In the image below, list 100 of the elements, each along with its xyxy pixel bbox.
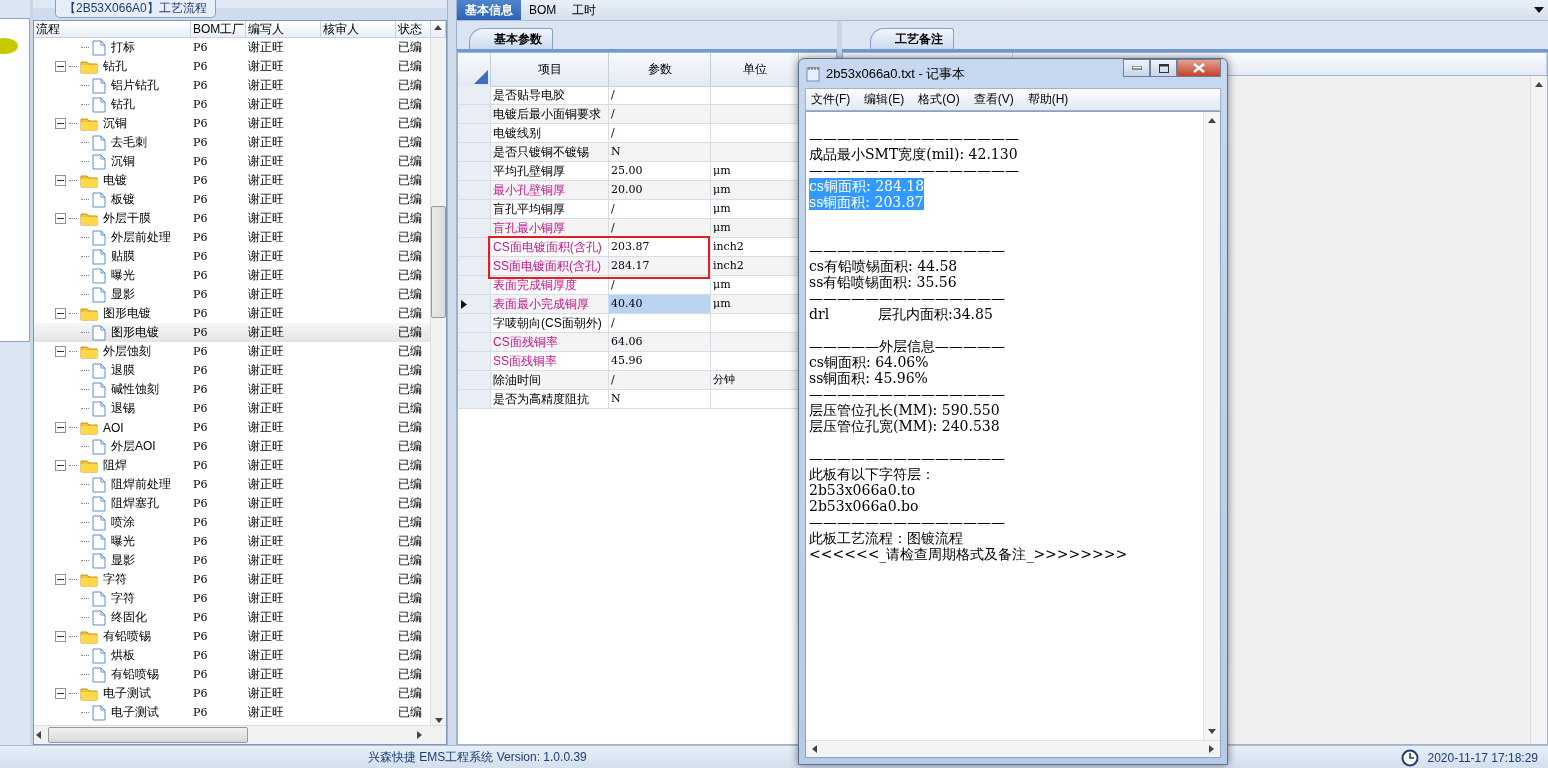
collapse-icon[interactable] [55, 118, 66, 129]
tree-row[interactable]: 电子测试 P6 谢正旺 已编 [34, 684, 430, 703]
tree-row[interactable]: 阻焊前处理 P6 谢正旺 已编 [34, 475, 430, 494]
table-cell-text: P6 [192, 440, 209, 453]
scroll-down-arrow-icon[interactable] [1207, 726, 1217, 736]
tree-row[interactable]: 显影 P6 谢正旺 已编 [34, 285, 430, 304]
column-header[interactable]: 编写人 [246, 21, 321, 38]
document-icon [92, 476, 106, 493]
tree-row[interactable]: 阻焊塞孔 P6 谢正旺 已编 [34, 494, 430, 513]
tree-row[interactable]: 图形电镀 P6 谢正旺 已编 [34, 304, 430, 323]
scroll-right-arrow-icon[interactable] [414, 730, 424, 740]
text-line: —————————————— [809, 514, 1005, 530]
dropdown-caret-icon[interactable] [1534, 6, 1544, 14]
menu-item[interactable]: 编辑(E) [859, 91, 910, 108]
scrollbar-thumb[interactable] [48, 727, 248, 743]
tree-row[interactable]: 曝光 P6 谢正旺 已编 [34, 266, 430, 285]
tree-row[interactable]: 钻孔 P6 谢正旺 已编 [34, 95, 430, 114]
tree-row[interactable]: 终固化 P6 谢正旺 已编 [34, 608, 430, 627]
tree-row[interactable]: 钻孔 P6 谢正旺 已编 [34, 57, 430, 76]
tree-row[interactable]: 板镀 P6 谢正旺 已编 [34, 190, 430, 209]
tree-row[interactable]: 字符 P6 谢正旺 已编 [34, 570, 430, 589]
tree-row[interactable]: 外层AOI P6 谢正旺 已编 [34, 437, 430, 456]
table-cell[interactable]: / [609, 105, 711, 124]
tree-row[interactable]: 喷涂 P6 谢正旺 已编 [34, 513, 430, 532]
column-header[interactable]: 状态 [396, 21, 431, 38]
table-cell-text: P6 [192, 231, 209, 244]
tree-row[interactable]: 曝光 P6 谢正旺 已编 [34, 532, 430, 551]
tab[interactable]: BOM [521, 0, 565, 20]
text-line: ss有铅喷锡面积: 35.56 [809, 274, 957, 290]
scroll-left-arrow-icon[interactable] [34, 730, 44, 740]
tree-row[interactable]: 外层干膜 P6 谢正旺 已编 [34, 209, 430, 228]
tree-row[interactable]: 沉铜 P6 谢正旺 已编 [34, 152, 430, 171]
collapse-icon[interactable] [55, 61, 66, 72]
column-header[interactable]: 项目 [491, 53, 609, 87]
tree-row[interactable]: 显影 P6 谢正旺 已编 [34, 551, 430, 570]
tree-row[interactable]: 电子测试 P6 谢正旺 已编 [34, 703, 430, 722]
collapse-icon[interactable] [55, 631, 66, 642]
collapse-icon[interactable] [55, 213, 66, 224]
tree-row[interactable]: 沉铜 P6 谢正旺 已编 [34, 114, 430, 133]
row-header[interactable] [458, 295, 491, 314]
table-cell[interactable]: 64.06 [609, 333, 711, 352]
table-cell[interactable]: N [609, 390, 711, 409]
table-cell-text: P6 [192, 345, 209, 358]
tree-row[interactable]: 铝片钻孔 P6 谢正旺 已编 [34, 76, 430, 95]
tree-row[interactable]: 退膜 P6 谢正旺 已编 [34, 361, 430, 380]
collapse-icon[interactable] [55, 460, 66, 471]
tab[interactable]: 基本信息 [457, 0, 521, 20]
menu-item[interactable]: 查看(V) [968, 91, 1019, 108]
tree-row[interactable]: 阻焊 P6 谢正旺 已编 [34, 456, 430, 475]
collapse-icon[interactable] [55, 574, 66, 585]
tree-row[interactable]: 外层前处理 P6 谢正旺 已编 [34, 228, 430, 247]
scroll-down-arrow-icon[interactable] [433, 715, 444, 725]
menu-item[interactable]: 帮助(H) [1022, 91, 1074, 108]
scroll-left-arrow-icon[interactable] [810, 744, 820, 754]
table-cell[interactable]: 284.17 [609, 257, 711, 276]
menu-item[interactable]: 文件(F) [806, 91, 856, 108]
tree-row[interactable]: 烘板 P6 谢正旺 已编 [34, 646, 430, 665]
table-cell[interactable]: N [609, 143, 711, 162]
column-header[interactable]: 核审人 [321, 21, 396, 38]
text-line: —————————————— [809, 450, 1005, 466]
table-cell[interactable]: / [609, 371, 711, 390]
table-cell-text: 谢正旺 [247, 39, 285, 56]
minimize-button[interactable] [1123, 59, 1150, 77]
column-header[interactable]: 流程 [34, 21, 191, 38]
tab[interactable]: 工时 [564, 0, 605, 20]
tree-row[interactable]: AOI P6 谢正旺 已编 [34, 418, 430, 437]
table-cell-text: 谢正旺 [247, 400, 285, 417]
scrollbar-thumb[interactable] [431, 205, 446, 318]
table-cell-text: 谢正旺 [247, 210, 285, 227]
tree-row[interactable]: 碱性蚀刻 P6 谢正旺 已编 [34, 380, 430, 399]
tree-row[interactable]: 有铅喷锡 P6 谢正旺 已编 [34, 627, 430, 646]
column-header[interactable]: 单位 [711, 53, 799, 87]
tree-row[interactable]: 退锡 P6 谢正旺 已编 [34, 399, 430, 418]
scroll-up-arrow-icon[interactable] [1534, 80, 1544, 90]
tree-row[interactable]: 有铅喷锡 P6 谢正旺 已编 [34, 665, 430, 684]
column-header[interactable]: BOM工厂 [191, 21, 246, 38]
close-button[interactable] [1177, 59, 1221, 77]
tree-row[interactable]: 字符 P6 谢正旺 已编 [34, 589, 430, 608]
collapse-icon[interactable] [55, 308, 66, 319]
table-cell-text: P6 [192, 250, 209, 263]
table-cell[interactable]: 20.00 [609, 181, 711, 200]
tree-row[interactable]: 去毛刺 P6 谢正旺 已编 [34, 133, 430, 152]
tab[interactable]: 基本参数 [469, 28, 553, 49]
collapse-icon[interactable] [55, 422, 66, 433]
scroll-right-arrow-icon[interactable] [1206, 744, 1216, 754]
tree-row[interactable]: 外层蚀刻 P6 谢正旺 已编 [34, 342, 430, 361]
tab[interactable]: 工艺备注 [870, 28, 954, 49]
collapse-icon[interactable] [55, 688, 66, 699]
collapse-icon[interactable] [55, 346, 66, 357]
tree-row[interactable]: 打标 P6 谢正旺 已编 [34, 38, 430, 57]
tree-row[interactable]: 电镀 P6 谢正旺 已编 [34, 171, 430, 190]
table-cell[interactable]: 40.40 [609, 295, 711, 314]
scroll-up-arrow-icon[interactable] [1207, 116, 1217, 126]
menu-item[interactable]: 格式(O) [913, 91, 965, 108]
tree-row[interactable]: 图形电镀 P6 谢正旺 已编 [34, 323, 430, 342]
column-header[interactable]: 参数 [609, 53, 711, 87]
collapse-icon[interactable] [55, 175, 66, 186]
tree-row[interactable]: 贴膜 P6 谢正旺 已编 [34, 247, 430, 266]
maximize-button[interactable] [1150, 59, 1177, 77]
scroll-up-arrow-icon[interactable] [433, 23, 443, 33]
